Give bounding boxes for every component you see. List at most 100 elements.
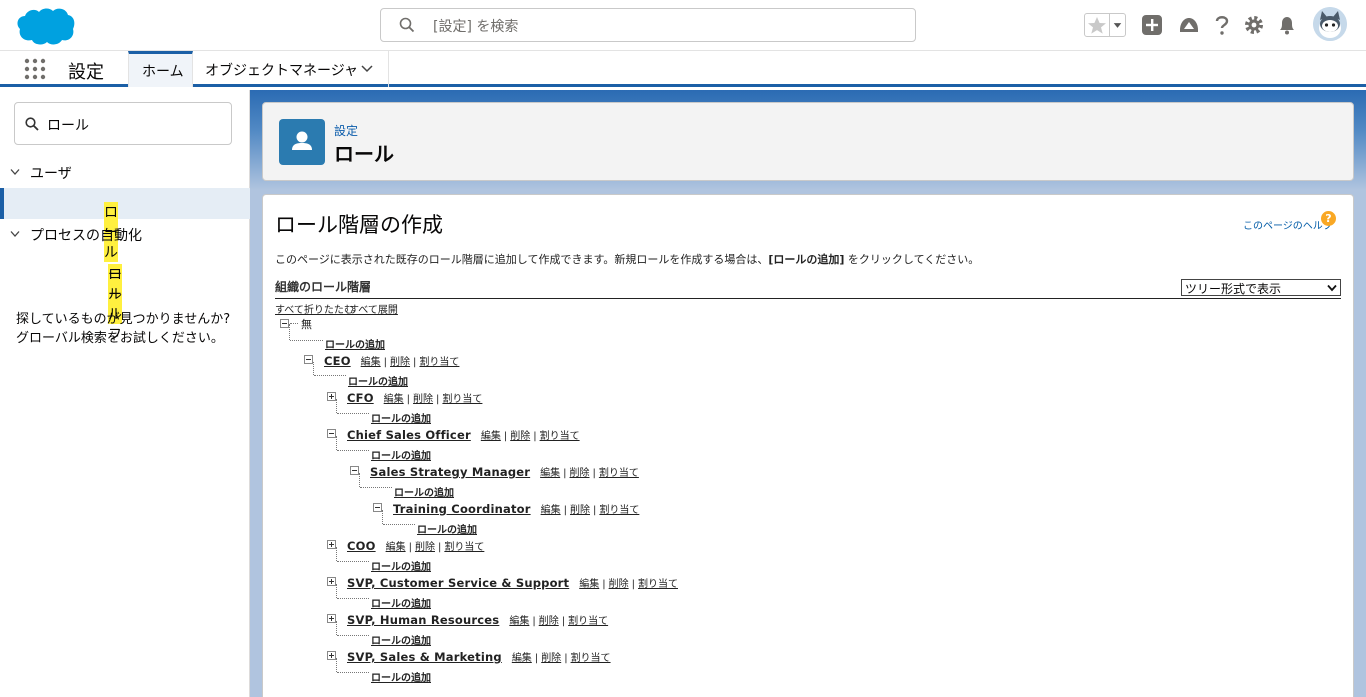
- edit-link[interactable]: 編集: [541, 505, 561, 516]
- app-nav-bar: 設定 ホーム オブジェクトマネージャ: [0, 51, 1366, 87]
- favorites-control[interactable]: [1084, 13, 1126, 37]
- page-eyebrow[interactable]: 設定: [334, 122, 358, 139]
- delete-link[interactable]: 削除: [539, 616, 559, 627]
- edit-link[interactable]: 編集: [579, 579, 599, 590]
- expand-node-icon[interactable]: [327, 540, 336, 549]
- expand-node-icon[interactable]: [327, 392, 336, 401]
- edit-link[interactable]: 編集: [481, 431, 501, 442]
- add-icon[interactable]: [1141, 14, 1163, 36]
- app-launcher-icon[interactable]: [24, 58, 46, 80]
- role-link[interactable]: SVP, Human Resources: [347, 613, 499, 627]
- help-icon[interactable]: [1211, 14, 1233, 36]
- assign-link[interactable]: 割り当て: [599, 468, 639, 479]
- assign-link[interactable]: 割り当て: [444, 542, 484, 553]
- favorites-dropdown-icon[interactable]: [1109, 14, 1125, 36]
- chevron-down-icon[interactable]: [10, 230, 20, 238]
- sidebar-item-workflow-rules[interactable]: ワークフロールール: [0, 250, 250, 343]
- role-row-ceo: CEO 編集 | 削除 | 割り当て: [324, 354, 460, 368]
- expand-all-link[interactable]: すべて展開: [349, 301, 398, 316]
- tab-home-label: ホーム: [142, 64, 184, 80]
- delete-link[interactable]: 削除: [570, 505, 590, 516]
- assign-link[interactable]: 割り当て: [419, 357, 459, 368]
- edit-link[interactable]: 編集: [509, 616, 529, 627]
- collapse-node-icon[interactable]: [327, 429, 336, 438]
- collapse-node-icon[interactable]: [373, 503, 382, 512]
- role-link[interactable]: SVP, Customer Service & Support: [347, 576, 569, 590]
- sidebar-group-label: プロセスの自動化: [30, 228, 142, 244]
- chevron-down-icon[interactable]: [361, 64, 373, 74]
- salesforce-logo[interactable]: [14, 6, 76, 46]
- add-role-link[interactable]: ロールの追加: [371, 669, 431, 684]
- collapse-node-icon[interactable]: [304, 355, 313, 364]
- add-role-link[interactable]: ロールの追加: [371, 410, 431, 425]
- assign-link[interactable]: 割り当て: [540, 431, 580, 442]
- gear-icon[interactable]: [1243, 14, 1265, 36]
- role-link[interactable]: COO: [347, 539, 376, 553]
- delete-link[interactable]: 削除: [541, 653, 561, 664]
- edit-link[interactable]: 編集: [540, 468, 560, 479]
- setup-sidebar: ロール ユーザ ロール プロセスの自動化 ワークフロールール 探しているものが見…: [0, 90, 250, 697]
- astro-avatar-icon: [1313, 7, 1347, 41]
- assign-link[interactable]: 割り当て: [571, 653, 611, 664]
- delete-link[interactable]: 削除: [609, 579, 629, 590]
- tab-object-manager[interactable]: オブジェクトマネージャ: [193, 51, 389, 87]
- delete-link[interactable]: 削除: [415, 542, 435, 553]
- quick-find-value: ロール: [47, 118, 89, 134]
- sidebar-item-roles[interactable]: ロール: [0, 188, 250, 262]
- page-title: ロール: [334, 142, 394, 166]
- edit-link[interactable]: 編集: [384, 394, 404, 405]
- divider: [275, 298, 1341, 299]
- edit-link[interactable]: 編集: [386, 542, 406, 553]
- avatar[interactable]: [1313, 7, 1347, 41]
- add-role-link[interactable]: ロールの追加: [394, 484, 454, 499]
- assign-link[interactable]: 割り当て: [568, 616, 608, 627]
- sidebar-group-users[interactable]: ユーザ: [0, 158, 250, 186]
- role-link[interactable]: Training Coordinator: [393, 502, 531, 516]
- collapse-node-icon[interactable]: [350, 466, 359, 475]
- assign-link[interactable]: 割り当て: [638, 579, 678, 590]
- delete-link[interactable]: 削除: [510, 431, 530, 442]
- add-role-link[interactable]: ロールの追加: [348, 373, 408, 388]
- role-hierarchy-panel: ロール階層の作成 このページのヘルプ ? このページに表示された既存のロール階層…: [262, 194, 1354, 697]
- star-icon[interactable]: [1085, 14, 1109, 36]
- collapse-node-icon[interactable]: [280, 319, 289, 328]
- page-header: 設定 ロール: [262, 102, 1354, 181]
- assign-link[interactable]: 割り当て: [442, 394, 482, 405]
- main-content: 設定 ロール ロール階層の作成 このページのヘルプ ? このページに表示された既…: [250, 90, 1366, 697]
- view-mode-select[interactable]: ツリー形式で表示: [1181, 279, 1341, 296]
- user-role-icon: [279, 119, 325, 165]
- delete-link[interactable]: 削除: [570, 468, 590, 479]
- delete-link[interactable]: 削除: [413, 394, 433, 405]
- role-link[interactable]: Sales Strategy Manager: [370, 465, 530, 479]
- expand-node-icon[interactable]: [327, 651, 336, 660]
- trailhead-icon[interactable]: [1178, 14, 1200, 36]
- section-heading: ロール階層の作成: [275, 213, 443, 237]
- delete-link[interactable]: 削除: [390, 357, 410, 368]
- notification-bell-icon[interactable]: [1276, 14, 1298, 36]
- edit-link[interactable]: 編集: [361, 357, 381, 368]
- add-role-link[interactable]: ロールの追加: [325, 336, 385, 351]
- role-link[interactable]: CEO: [324, 354, 351, 368]
- collapse-all-link[interactable]: すべて折りたたむ: [275, 301, 354, 316]
- expand-node-icon[interactable]: [327, 577, 336, 586]
- sidebar-group-process-automation[interactable]: プロセスの自動化: [0, 220, 250, 248]
- role-link[interactable]: CFO: [347, 391, 374, 405]
- chevron-down-icon[interactable]: [10, 168, 20, 176]
- role-link[interactable]: SVP, Sales & Marketing: [347, 650, 502, 664]
- assign-link[interactable]: 割り当て: [599, 505, 639, 516]
- edit-link[interactable]: 編集: [512, 653, 532, 664]
- add-role-link[interactable]: ロールの追加: [417, 521, 477, 536]
- add-role-link[interactable]: ロールの追加: [371, 558, 431, 573]
- help-question-icon[interactable]: ?: [1321, 211, 1336, 226]
- role-link[interactable]: Chief Sales Officer: [347, 428, 471, 442]
- role-row-cfo: CFO 編集 | 削除 | 割り当て: [347, 391, 483, 405]
- quick-find-input[interactable]: ロール: [14, 102, 232, 145]
- global-search-input[interactable]: [設定] を検索: [380, 8, 916, 42]
- tab-home[interactable]: ホーム: [128, 51, 193, 87]
- search-icon: [25, 117, 39, 131]
- help-for-page-link[interactable]: このページのヘルプ: [1243, 217, 1333, 232]
- add-role-link[interactable]: ロールの追加: [371, 447, 431, 462]
- add-role-link[interactable]: ロールの追加: [371, 595, 431, 610]
- expand-node-icon[interactable]: [327, 614, 336, 623]
- add-role-link[interactable]: ロールの追加: [371, 632, 431, 647]
